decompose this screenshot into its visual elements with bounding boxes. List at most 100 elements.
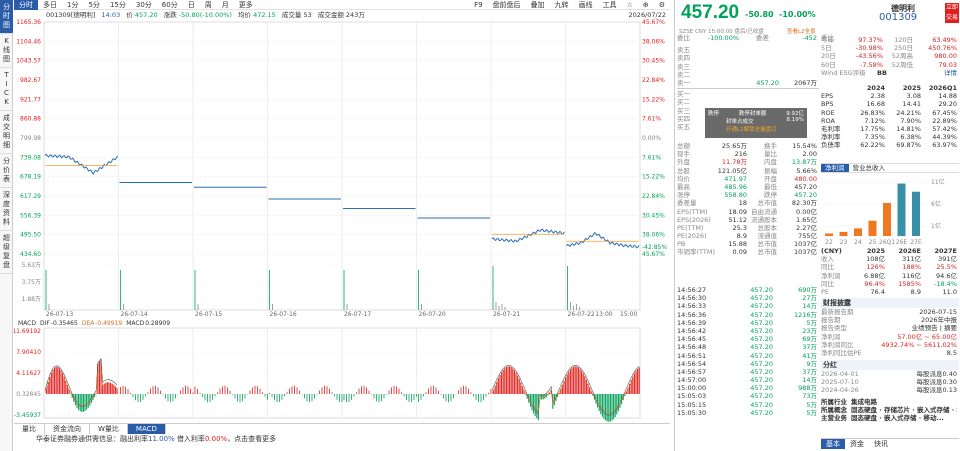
table-row: 总股 121.05亿 振幅 5.66% [677,167,819,175]
macd-axis-label: 4.11627 [16,370,41,377]
time-label: 13:00 [595,311,612,318]
indicator-tab-0[interactable]: 量比 [14,424,45,434]
popup-r1m: 跌停封单额 [738,111,767,117]
toolbar-tool-8[interactable]: ⚙ [654,0,670,10]
toolbar-tab-0[interactable]: 分时 [14,0,38,10]
toolbar-tab-7[interactable]: 日 [183,0,200,10]
toolbar-tab-10[interactable]: 更多 [234,0,258,10]
table-cell: 1585% [898,279,921,288]
table-cell: 11.0 [942,287,957,296]
table-row: 14:56:39 457.20 5万 [677,319,819,327]
toolbar-tool-5[interactable]: 工具 [598,0,622,10]
status-prefix: 华泰证券融券通供需信息：融出利率 [36,435,148,443]
indicator-tab-2[interactable]: W量比 [90,424,128,434]
br-tab-2[interactable]: 快讯 [869,439,893,449]
left-tab-char: 级 [3,243,10,251]
toolbar-tab-2[interactable]: 1分 [62,0,83,10]
br-tab-0[interactable]: 基本 [821,439,845,449]
table-row: 委差量 18 总市值 82.30万 [677,199,819,207]
table-row: ROE 26.83% 24.21% 67.45% [821,109,959,117]
rev-tab-0[interactable]: 净利润 [821,164,849,172]
table-cell: 所属行业 [821,398,847,406]
performance-table: 今年 97.37% 120日 63.49% 5日 -30.98% 250日 450.76% 20… [821,36,959,77]
indicator-tab-3[interactable]: MACD [127,424,166,434]
table-cell: 15:05:30 [677,408,707,417]
table-cell: 开盘 [764,174,777,183]
table-row: 14:57:00 457.20 14万 [677,376,819,384]
table-row: 14:56:42 457.20 23万 [677,327,819,335]
popup-link[interactable]: 开通L2解锁全量盘口 [708,125,804,133]
table-cell: 457.20 [750,310,773,319]
table-cell: 457.20 [794,191,817,200]
table-cell: 固态硬盘 · 存储芯片 · 嵌入式存储 · 移动... [851,406,957,415]
toolbar-tab-8[interactable]: 周 [200,0,217,10]
table-cell: 主营业务 [821,414,847,423]
toolbar-tab-3[interactable]: 5分 [83,0,104,10]
vol-axis-label: 3.75万 [22,279,41,286]
table-cell [699,54,739,62]
table-cell: 最高 [677,182,690,191]
toolbar-tool-4[interactable]: 画线 [574,0,598,10]
rev-x-label: 22 [825,239,833,246]
table-cell: EPS(TTM) [677,207,708,216]
table-cell: 690万 [798,286,817,294]
table-row: EPS 2.38 3.08 14.88 [821,92,959,100]
toolbar-tool-3[interactable]: 九转 [550,0,574,10]
table-cell [779,90,817,98]
status-link[interactable]: ，点击查看更多 [227,435,276,443]
trade-button[interactable]: 立即交易 [945,3,959,23]
l2-popup: 跌停 跌停封单额 9.92亿 封单占成交 8.19% 开通L2解锁全量盘口 [705,108,807,138]
br-tab-1[interactable]: 资金 [845,439,869,449]
table-row: 买一 [677,90,819,98]
table-row: 15:00:00 457.20 988万 [677,384,819,392]
left-tab-char: 分 [3,157,10,165]
left-tab-5[interactable]: 深度资料 [0,188,13,231]
right-axis-label: 38.06% [642,38,665,45]
left-axis-label: 617.29 [20,193,41,200]
rev-tab-1[interactable]: 营业总收入 [849,164,890,172]
toolbar-tab-5[interactable]: 30分 [131,0,157,10]
toolbar-tool-6[interactable]: ☆ [622,0,638,10]
table-cell: 买二 [677,98,690,107]
toolbar-tab-6[interactable]: 60分 [157,0,183,10]
toolbar-tab-1[interactable]: 多日 [38,0,62,10]
left-tab-1[interactable]: K线图 [0,34,13,68]
left-tab-3[interactable]: 成交明细 [0,111,13,154]
popup-r2m: 封单占成交 [726,119,754,125]
table-cell: 51.12 [728,215,747,224]
table-cell: 2024-04-26 [821,386,859,395]
left-axis-label: 982.67 [20,77,41,84]
quote-pct: -10.00% [779,10,816,19]
table-cell: 卖四 [677,54,690,63]
left-tab-char: 资 [3,209,10,217]
toolbar-tab-4[interactable]: 15分 [105,0,131,10]
left-tab-2[interactable]: TICK [0,68,13,111]
industry-table: 所属行业集成电路所属概念固态硬盘 · 存储芯片 · 嵌入式存储 · 移动...主… [821,398,959,423]
table-cell: 5万 [806,400,817,409]
table-row: 均价 471.97 开盘 480.00 [677,175,819,183]
left-tab-6[interactable]: 超级复盘 [0,231,13,274]
toolbar-tool-7[interactable]: ⊕ [638,0,654,10]
toolbar-tab-9[interactable]: 月 [217,0,234,10]
intraday-chart[interactable]: 1165.36 1104.46 1043.57 982.67 921.77 860.88 7… [14,10,670,423]
indicator-tab-1[interactable]: 资金流向 [45,424,90,434]
left-tab-char: T [4,71,9,79]
left-tab-4[interactable]: 分价表 [0,154,13,188]
table-cell: 8.9 [736,232,747,241]
table-cell: -7.58% [860,60,883,69]
quote-panel: 457.20 -50.80 -10.00% 德明利 001309 立即交易 SZ… [674,0,960,451]
rev-x-label: 26E [896,239,908,246]
table-cell: PE [821,287,830,296]
table-row: 总额 25.65万 换手 15.54% [677,142,819,150]
table-cell: 振幅 [764,166,777,175]
table-cell: 买五 [677,122,690,131]
date-label: 26-07-21 [493,311,520,318]
wind-detail[interactable]: 详情 [927,69,957,77]
toolbar-tool-0[interactable]: F9 [469,0,487,10]
left-tab-0[interactable]: 分时图 [0,0,13,34]
rev-x-label: 26Q1 [879,239,895,246]
table-cell: 委差量 [677,199,697,208]
revenue-chart: 11亿 6亿 1亿 22 23 24 25 26Q1 26E 27E [823,178,945,246]
toolbar-tool-2[interactable]: 叠加 [526,0,550,10]
toolbar-tool-1[interactable]: 盘前盘后 [488,0,526,10]
